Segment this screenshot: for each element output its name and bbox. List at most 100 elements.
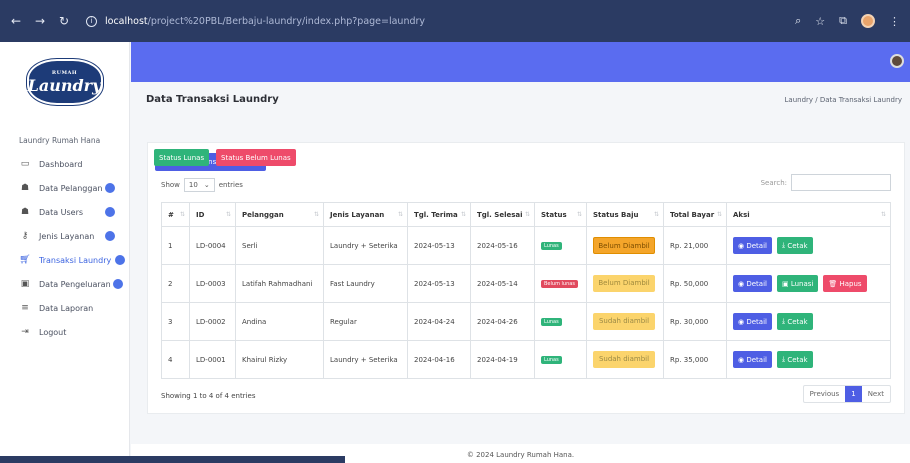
sort-icon: ⇅: [225, 210, 231, 218]
pagination-next[interactable]: Next: [862, 386, 890, 402]
pagination-page-1[interactable]: 1: [845, 386, 862, 402]
column-header-status-baju[interactable]: Status Baju ⇅: [586, 202, 664, 227]
sort-icon: ⇅: [524, 210, 530, 218]
cell-status-baju: Belum Diambil: [586, 264, 664, 303]
url-text: localhost/project%20PBL/Berbaju-laundry/…: [105, 16, 425, 27]
sort-icon: ⇅: [576, 210, 582, 218]
page-title: Data Transaksi Laundry: [146, 94, 279, 105]
entries-info: Showing 1 to 4 of 4 entries: [161, 392, 256, 400]
pagination: Previous 1 Next: [802, 385, 891, 403]
zoom-icon[interactable]: ⌕: [795, 14, 801, 28]
sidebar-item-jenis-layanan[interactable]: ⚷ Jenis Layanan: [0, 224, 129, 248]
breadcrumb[interactable]: Laundry / Data Transaksi Laundry: [785, 96, 902, 104]
sidebar-item-transaksi-laundry[interactable]: 🛒︎ Transaksi Laundry: [0, 248, 129, 272]
cell-pelanggan: Andina: [235, 302, 324, 341]
sidebar-item-logout[interactable]: ⇥ Logout: [0, 320, 129, 344]
cell-aksi: ◉ Detail ⤓ Cetak: [726, 302, 891, 341]
sidebar-item-label: Data Laporan: [39, 303, 94, 313]
forward-arrow-icon[interactable]: →: [34, 14, 46, 28]
sidebar-item-dashboard[interactable]: ▭ Dashboard: [0, 152, 129, 176]
sidebar-menu: ▭ Dashboard ☗ Data Pelanggan ☗ Data Users ⚷…: [0, 152, 129, 344]
sort-icon: ⇅: [716, 210, 722, 218]
print-button[interactable]: ⤓ Cetak: [776, 237, 813, 254]
detail-button[interactable]: ◉ Detail: [733, 237, 772, 254]
header-label: Tgl. Selesai: [477, 210, 523, 219]
header-label: Status: [541, 210, 567, 219]
info-icon[interactable]: i: [86, 15, 97, 27]
cell-aksi: ◉ Detail ▣ Lunasi 🗑︎ Hapus: [726, 264, 891, 303]
column-header-number[interactable]: # ⇅: [161, 202, 190, 227]
status-baju-badge[interactable]: Sudah diambil: [593, 351, 655, 368]
sidebar-item-data-users[interactable]: ☗ Data Users: [0, 200, 129, 224]
expand-indicator-icon: [113, 279, 123, 289]
cell-number: 4: [161, 340, 190, 379]
brand-logo[interactable]: RUMAH Laundry: [26, 59, 103, 105]
cell-tgl-selesai: 2024-04-26: [470, 302, 535, 341]
column-header-total-bayar[interactable]: Total Bayar ⇅: [663, 202, 727, 227]
column-header-id[interactable]: ID ⇅: [189, 202, 236, 227]
expand-indicator-icon: [105, 231, 115, 241]
cell-total: Rp. 21,000: [663, 226, 727, 265]
sidebar-item-data-pengeluaran[interactable]: ▣ Data Pengeluaran: [0, 272, 129, 296]
address-bar[interactable]: i localhost/project%20PBL/Berbaju-laundr…: [86, 15, 425, 27]
print-button[interactable]: ⤓ Cetak: [776, 313, 813, 330]
logo-text: Laundry: [27, 75, 102, 95]
user-avatar[interactable]: [890, 54, 904, 68]
list-icon: ≡: [21, 303, 29, 313]
sort-icon: ⇅: [880, 210, 886, 218]
cell-layanan: Laundry + Seterika: [323, 340, 408, 379]
logo-area: RUMAH Laundry: [0, 42, 129, 122]
sidebar-item-data-pelanggan[interactable]: ☗ Data Pelanggan: [0, 176, 129, 200]
top-navbar: [131, 42, 910, 82]
lunasi-button[interactable]: ▣ Lunasi: [776, 275, 819, 292]
menu-dots-icon[interactable]: ⋮: [889, 15, 900, 28]
download-icon: ⤓: [781, 355, 786, 363]
money-icon: ▣: [781, 279, 789, 288]
column-header-jenis-layanan[interactable]: Jenis Layanan ⇅: [323, 202, 408, 227]
profile-avatar[interactable]: [861, 14, 875, 28]
logout-icon: ⇥: [21, 327, 29, 337]
cell-tgl-selesai: 2024-05-14: [470, 264, 535, 303]
back-arrow-icon[interactable]: ←: [10, 14, 22, 28]
monitor-icon: ▭: [20, 159, 30, 169]
transactions-table: # ⇅ ID ⇅ Pelanggan ⇅ Jenis Layanan ⇅ Tgl. Te…: [161, 202, 891, 379]
extension-icon[interactable]: ⧉: [839, 14, 847, 28]
header-label: Total Bayar: [670, 210, 715, 219]
show-label: Show: [161, 181, 180, 189]
url-host: localhost: [105, 15, 148, 27]
table-row: 2 LD-0003 Latifah Rahmadhani Fast Laundr…: [161, 264, 891, 303]
search-input[interactable]: [791, 174, 891, 191]
detail-button[interactable]: ◉ Detail: [733, 351, 772, 368]
sort-icon: ⇅: [653, 210, 659, 218]
status-baju-badge[interactable]: Sudah diambil: [593, 313, 655, 330]
sidebar-item-data-laporan[interactable]: ≡ Data Laporan: [0, 296, 129, 320]
card-content: Show 10 ⌄ entries Search: # ⇅ ID ⇅ Pelangga…: [147, 142, 905, 414]
pagination-previous[interactable]: Previous: [804, 386, 846, 402]
cell-status: Lunas: [534, 302, 587, 341]
cell-status-baju: Belum Diambil: [586, 226, 664, 265]
delete-button[interactable]: 🗑︎ Hapus: [823, 275, 867, 292]
search-label: Search:: [760, 178, 787, 187]
column-header-tgl-selesai[interactable]: Tgl. Selesai ⇅: [470, 202, 535, 227]
print-label: Cetak: [787, 317, 808, 326]
column-header-status[interactable]: Status ⇅: [534, 202, 587, 227]
column-header-tgl-terima[interactable]: Tgl. Terima ⇅: [407, 202, 471, 227]
print-button[interactable]: ⤓ Cetak: [776, 351, 813, 368]
star-icon[interactable]: ☆: [815, 15, 825, 28]
reload-icon[interactable]: ↻: [58, 14, 70, 28]
entries-label: entries: [218, 181, 243, 189]
entries-select[interactable]: 10 ⌄: [183, 178, 215, 192]
column-header-aksi[interactable]: Aksi ⇅: [726, 202, 891, 227]
status-baju-badge[interactable]: Belum Diambil: [593, 237, 655, 254]
header-label: Status Baju: [593, 210, 639, 219]
column-header-pelanggan[interactable]: Pelanggan ⇅: [235, 202, 324, 227]
expand-indicator-icon: [105, 183, 115, 193]
cell-id: LD-0004: [189, 226, 236, 265]
cell-pelanggan: Latifah Rahmadhani: [235, 264, 324, 303]
entries-value: 10: [188, 181, 198, 189]
cell-total: Rp. 50,000: [663, 264, 727, 303]
detail-button[interactable]: ◉ Detail: [733, 275, 772, 292]
detail-button[interactable]: ◉ Detail: [733, 313, 772, 330]
status-baju-badge[interactable]: Belum Diambil: [593, 275, 655, 292]
eye-icon: ◉: [738, 279, 745, 288]
